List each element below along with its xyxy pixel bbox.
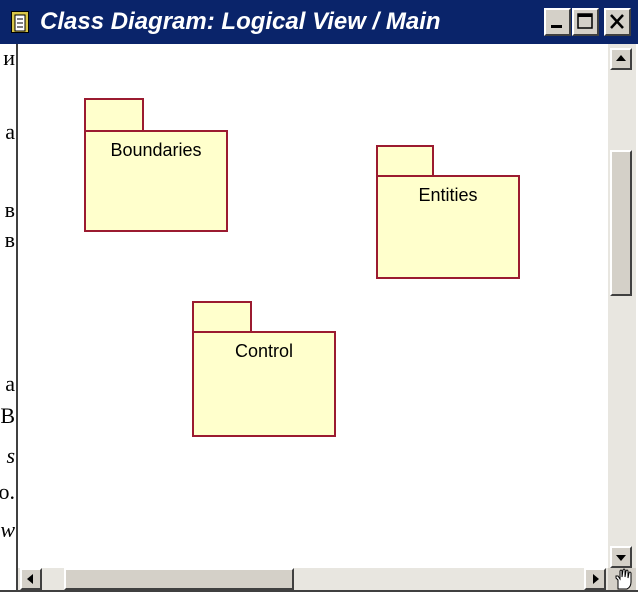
arrow-up-icon [616, 55, 626, 61]
vertical-scroll-thumb[interactable] [610, 150, 632, 296]
maximize-icon [577, 13, 593, 29]
minimize-button[interactable] [544, 8, 571, 36]
background-text-fragment: а [5, 371, 15, 396]
class-diagram-icon[interactable] [11, 11, 29, 33]
scroll-up-button[interactable] [610, 48, 632, 70]
arrow-right-icon [593, 574, 599, 584]
vertical-scrollbar[interactable] [608, 44, 636, 568]
class-diagram-window: Class Diagram: Logical View / Main и а в… [0, 0, 638, 592]
minimize-icon [551, 25, 562, 28]
package-control[interactable]: Control [192, 331, 336, 437]
background-text-fragment: о. [0, 479, 15, 504]
background-text-fragment: а [5, 119, 15, 144]
title-bar[interactable]: Class Diagram: Logical View / Main [0, 0, 638, 44]
background-text-fragment: w [0, 517, 15, 542]
window-title: Class Diagram: Logical View / Main [40, 8, 441, 35]
arrow-down-icon [616, 555, 626, 561]
horizontal-scroll-thumb[interactable] [64, 568, 294, 590]
package-tab-boundaries[interactable] [84, 98, 144, 132]
package-label: Entities [418, 185, 478, 205]
package-label: Control [234, 341, 294, 361]
background-text-fragment: s [6, 443, 15, 468]
package-label: Boundaries [110, 140, 202, 160]
hand-cursor-icon [615, 568, 632, 590]
arrow-left-icon [27, 574, 33, 584]
close-icon [610, 14, 624, 29]
scrollbar-corner [608, 568, 636, 590]
scroll-left-button[interactable] [20, 568, 42, 590]
close-button[interactable] [604, 8, 631, 36]
background-text-fragment: в [4, 197, 15, 222]
horizontal-scrollbar[interactable] [18, 568, 608, 590]
package-entities[interactable]: Entities [376, 175, 520, 279]
diagram-canvas[interactable]: Boundaries Entities Control [18, 44, 608, 568]
background-document-strip: и а в в а В s о. w [0, 44, 16, 572]
scroll-right-button[interactable] [584, 568, 606, 590]
background-text-fragment: В [0, 403, 15, 428]
scroll-down-button[interactable] [610, 546, 632, 568]
package-tab-control[interactable] [192, 301, 252, 333]
package-tab-entities[interactable] [376, 145, 434, 177]
background-text-fragment: и [3, 45, 15, 70]
background-text-fragment: в [4, 227, 15, 252]
maximize-button[interactable] [572, 8, 599, 36]
package-boundaries[interactable]: Boundaries [84, 130, 228, 232]
